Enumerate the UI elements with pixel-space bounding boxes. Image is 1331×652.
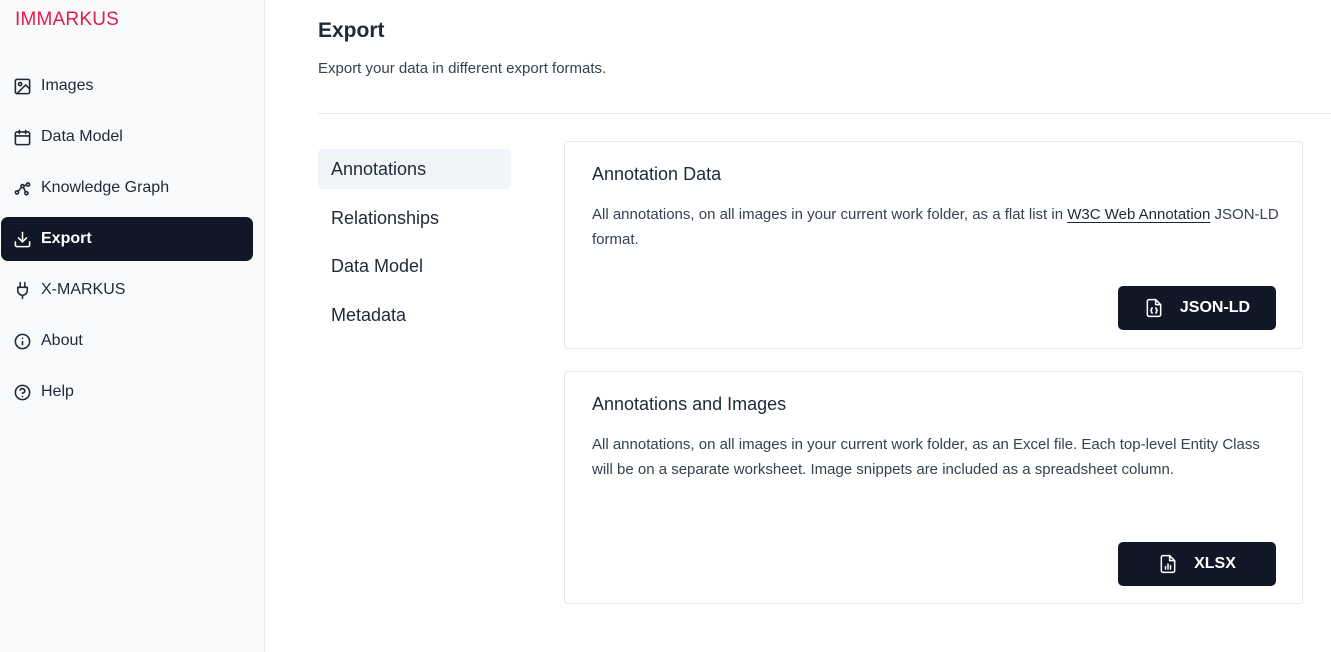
subnav-item-annotations[interactable]: Annotations <box>318 149 511 189</box>
file-spreadsheet-icon <box>1158 554 1178 574</box>
app-root: IMMARKUS Images Data Model Knowledge Gra… <box>0 0 1331 652</box>
export-card-annotation-data: Annotation Data All annotations, on all … <box>564 141 1303 349</box>
export-xlsx-button[interactable]: XLSX <box>1118 542 1276 586</box>
export-json-ld-button[interactable]: JSON-LD <box>1118 286 1276 330</box>
graph-icon <box>12 178 32 198</box>
sidebar-item-label: Help <box>41 383 74 400</box>
sidebar-item-label: Data Model <box>41 128 123 145</box>
divider <box>318 113 1331 114</box>
button-label: JSON-LD <box>1179 299 1251 316</box>
w3c-web-annotation-link[interactable]: W3C Web Annotation <box>1067 206 1210 223</box>
sidebar-nav: Images Data Model Knowledge Graph Export <box>1 64 253 421</box>
sidebar-item-about[interactable]: About <box>1 319 253 363</box>
plug-icon <box>12 280 32 300</box>
download-icon <box>12 229 32 249</box>
sidebar-item-data-model[interactable]: Data Model <box>1 115 253 159</box>
sidebar-item-label: Knowledge Graph <box>41 179 170 196</box>
sidebar-item-label: X-MARKUS <box>41 281 126 298</box>
card-title: Annotations and Images <box>592 394 787 414</box>
card-description-text: All annotations, on all images in your c… <box>592 206 1068 223</box>
card-title: Annotation Data <box>592 164 722 184</box>
export-card-annotations-images: Annotations and Images All annotations, … <box>564 371 1303 604</box>
sidebar: IMMARKUS Images Data Model Knowledge Gra… <box>0 0 265 652</box>
image-icon <box>12 76 32 96</box>
subnav-item-relationships[interactable]: Relationships <box>318 198 511 238</box>
help-icon <box>12 382 32 402</box>
sidebar-item-label: Export <box>41 230 92 247</box>
sidebar-item-label: Images <box>41 77 94 94</box>
brand-logo[interactable]: IMMARKUS <box>15 9 119 31</box>
sidebar-item-help[interactable]: Help <box>1 370 253 414</box>
file-json-icon <box>1144 298 1164 318</box>
page-title: Export <box>318 19 385 42</box>
page-subtitle: Export your data in different export for… <box>318 60 607 77</box>
subnav-item-metadata[interactable]: Metadata <box>318 295 511 335</box>
sidebar-item-export[interactable]: Export <box>1 217 253 261</box>
info-icon <box>12 331 32 351</box>
sidebar-item-x-markus[interactable]: X-MARKUS <box>1 268 253 312</box>
sidebar-item-images[interactable]: Images <box>1 64 253 108</box>
card-description: All annotations, on all images in your c… <box>592 202 1282 252</box>
card-description: All annotations, on all images in your c… <box>592 436 1260 478</box>
sidebar-item-knowledge-graph[interactable]: Knowledge Graph <box>1 166 253 210</box>
main-content: Export Export your data in different exp… <box>265 0 1331 652</box>
calendar-icon <box>12 127 32 147</box>
sidebar-item-label: About <box>41 332 83 349</box>
export-subnav: Annotations Relationships Data Model Met… <box>318 149 511 343</box>
subnav-item-data-model[interactable]: Data Model <box>318 246 511 286</box>
button-label: XLSX <box>1194 555 1236 572</box>
